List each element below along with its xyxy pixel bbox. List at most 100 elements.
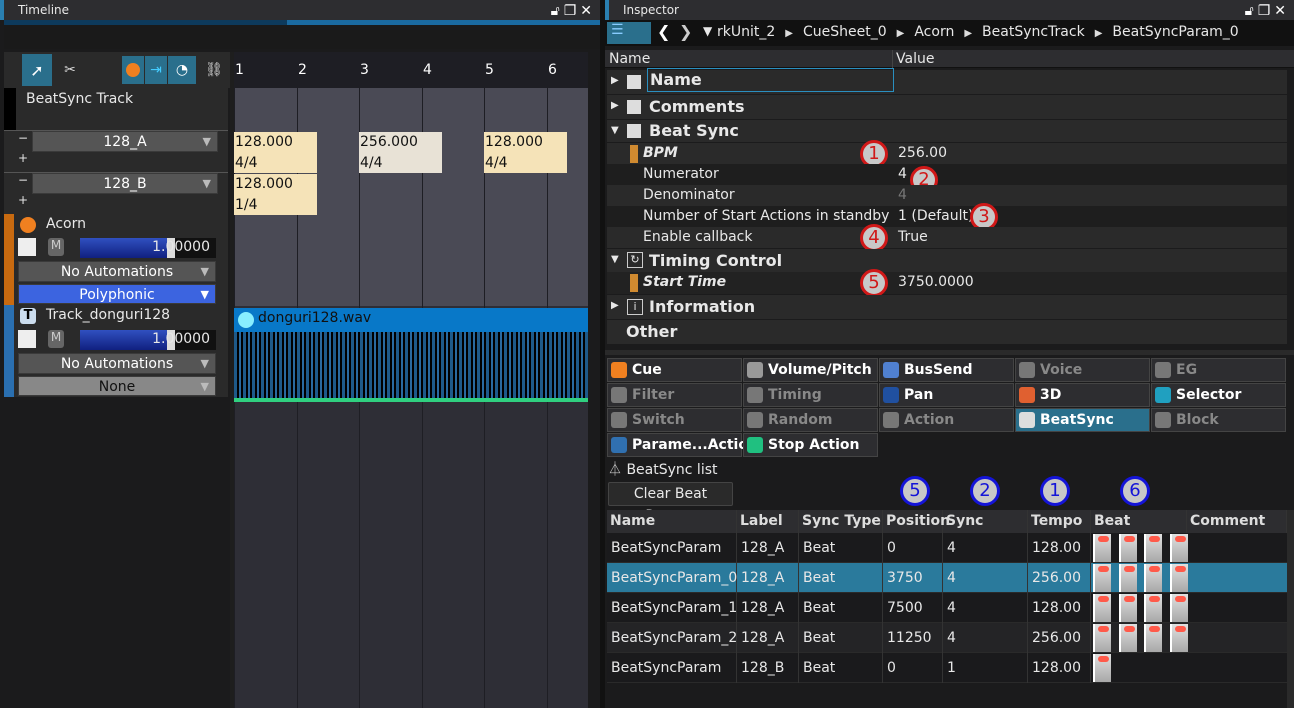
collapse-button[interactable]: − — [18, 173, 28, 187]
tab-3d-positioning[interactable]: 3D Positioning — [1015, 383, 1150, 425]
breadcrumb-item[interactable]: CueSheet_0 — [803, 24, 887, 40]
beat-pad[interactable] — [1169, 624, 1188, 652]
mute-button[interactable]: M — [48, 238, 64, 256]
inspector-splitter[interactable] — [605, 350, 1294, 355]
prop-value[interactable]: 256.00 — [898, 143, 947, 164]
collapse-button[interactable]: − — [18, 131, 28, 145]
list-view-icon[interactable]: ☰ — [607, 22, 651, 44]
start-time-value[interactable]: 3750.0000 — [898, 272, 974, 293]
tab-timing[interactable]: Timing — [743, 383, 878, 407]
column-header[interactable]: Position — [883, 510, 950, 533]
beat-pad[interactable] — [1169, 594, 1188, 622]
prop-row[interactable]: Denominator 4 — [607, 185, 1287, 206]
table-row[interactable]: BeatSyncParam_1 128_A Beat 7500 4 128.00 — [607, 593, 1287, 623]
close-icon[interactable]: ✕ — [580, 3, 596, 19]
prop-value[interactable]: 4 — [898, 164, 907, 185]
tab-voice[interactable]: Voice — [1015, 358, 1150, 382]
tab-cue[interactable]: Cue — [607, 358, 742, 382]
lock-icon[interactable]: 🔓︎ — [551, 3, 564, 19]
beat-pad[interactable] — [1118, 534, 1137, 562]
clear-beat-pattern-button[interactable]: Clear Beat Pattern — [608, 482, 733, 524]
group-timing-control[interactable]: ▼ ↻ Timing Control — [607, 249, 1287, 272]
select-tool-button[interactable]: ➚ — [22, 54, 52, 86]
splitter[interactable] — [230, 52, 234, 708]
breadcrumb-item[interactable]: BeatSyncTrack — [982, 24, 1085, 40]
group-name[interactable]: ▶ Name — [607, 68, 1287, 94]
jump-button[interactable]: ⇥ — [145, 56, 167, 84]
link-icon[interactable]: ⛓ — [200, 56, 228, 84]
prop-row[interactable]: Enable callback True 4 — [607, 224, 1287, 252]
breadcrumb-item[interactable]: Acorn — [914, 24, 954, 40]
column-header[interactable]: Sync Type — [799, 510, 883, 533]
column-header[interactable]: Comment — [1187, 510, 1287, 533]
prop-value[interactable]: True — [898, 227, 928, 248]
beat-pad[interactable] — [1118, 564, 1137, 592]
beatsync-block[interactable]: 128.000 4/4 — [484, 132, 567, 173]
waveform[interactable] — [234, 332, 588, 402]
name-field[interactable]: Name — [647, 68, 894, 92]
close-icon[interactable]: ✕ — [1274, 3, 1290, 19]
table-row[interactable]: BeatSyncParam_2 128_A Beat 11250 4 256.00 — [607, 623, 1287, 653]
forward-button[interactable]: ❯ — [679, 22, 692, 41]
tab-stop-action[interactable]: Stop Action — [743, 433, 878, 457]
breadcrumb-item[interactable]: rkUnit_2 — [717, 24, 775, 40]
ruler[interactable] — [234, 52, 588, 88]
column-header[interactable]: Tempo — [1028, 510, 1091, 533]
volume-slider[interactable]: 1.00000 — [80, 238, 216, 258]
lock-icon[interactable]: 🔓︎ — [1245, 3, 1258, 19]
track-donguri-header[interactable]: T Track_donguri128 M 1.00000 No Automati… — [4, 305, 228, 397]
tab-parame-action[interactable]: Parame...Action — [607, 433, 758, 457]
beat-pad[interactable] — [1144, 624, 1162, 652]
tab-switch[interactable]: Switch — [607, 408, 742, 432]
automation-select[interactable]: No Automations ▼ — [18, 353, 216, 374]
table-row[interactable]: BeatSyncParam 128_B Beat 0 1 128.00 — [607, 653, 1287, 683]
waveform-clip-header[interactable]: donguri128.wav — [234, 308, 588, 332]
tab-selector[interactable]: Selector — [1151, 383, 1286, 407]
prop-value[interactable]: 1 (Default) — [898, 206, 973, 227]
beatsync-track-header[interactable]: BeatSync Track — [4, 88, 228, 130]
prop-row[interactable]: Number of Start Actions in standby 1 (Def… — [607, 203, 1287, 231]
beat-pad[interactable] — [1169, 534, 1188, 562]
group-comments[interactable]: ▶ Comments — [607, 95, 1287, 119]
polyphony-select[interactable]: Polyphonic ▼ — [18, 284, 216, 304]
mode-select[interactable]: None ▼ — [18, 376, 216, 396]
prop-start-time[interactable]: Start Time 3750.0000 5 — [607, 269, 1287, 297]
tab-random[interactable]: Random — [743, 408, 878, 432]
mute-button[interactable]: M — [48, 330, 64, 348]
tab-bussend[interactable]: BusSend — [879, 358, 1014, 382]
tab-pan[interactable]: Pan — [879, 383, 1014, 407]
group-other[interactable]: Other — [607, 320, 1287, 344]
record-button[interactable] — [122, 56, 144, 84]
beat-pad[interactable] — [1169, 564, 1188, 592]
beat-pad[interactable] — [1118, 624, 1137, 652]
lane-select-128-b[interactable]: 128_B ▼ — [32, 173, 218, 194]
beatsync-block[interactable]: 128.000 1/4 — [234, 174, 317, 215]
back-button[interactable]: ❮ — [657, 22, 670, 41]
beat-pad[interactable] — [1093, 594, 1111, 622]
automation-select[interactable]: No Automations ▼ — [18, 261, 216, 282]
table-row[interactable]: BeatSyncParam_0 128_A Beat 3750 4 256.00 — [607, 563, 1287, 593]
beat-pad[interactable] — [1093, 624, 1111, 652]
tab-volume-pitch[interactable]: Volume/Pitch — [743, 358, 878, 382]
beat-pad[interactable] — [1093, 534, 1111, 562]
metronome-button[interactable]: ◔ — [168, 56, 196, 84]
column-header[interactable]: Sync Cycle — [943, 510, 1028, 552]
table-row[interactable]: BeatSyncParam 128_A Beat 0 4 128.00 — [607, 533, 1287, 563]
acorn-track-header[interactable]: Acorn M 1.00000 No Automations ▼ Polyphon… — [4, 214, 228, 305]
beatsync-block[interactable]: 128.000 4/4 — [234, 132, 317, 173]
beat-pad[interactable] — [1144, 564, 1162, 592]
group-information[interactable]: ▶ i Information — [607, 295, 1287, 319]
volume-slider[interactable]: 1.00000 — [80, 330, 216, 350]
automation-icon[interactable] — [18, 330, 36, 348]
group-beat-sync[interactable]: ▼ Beat Sync — [607, 120, 1287, 142]
beat-pad[interactable] — [1093, 654, 1111, 682]
breadcrumb-item[interactable]: BeatSyncParam_0 — [1112, 24, 1238, 40]
automation-icon[interactable] — [18, 238, 36, 256]
column-header[interactable]: Beat Pattern — [1091, 510, 1187, 552]
expand-button[interactable]: + — [18, 193, 28, 207]
float-icon[interactable]: ❐ — [564, 3, 581, 19]
beat-pad[interactable] — [1144, 534, 1162, 562]
column-header[interactable]: Name — [607, 510, 737, 533]
table-scrollbar[interactable] — [1287, 510, 1294, 708]
beatsync-block[interactable]: 256.000 4/4 — [359, 132, 442, 173]
